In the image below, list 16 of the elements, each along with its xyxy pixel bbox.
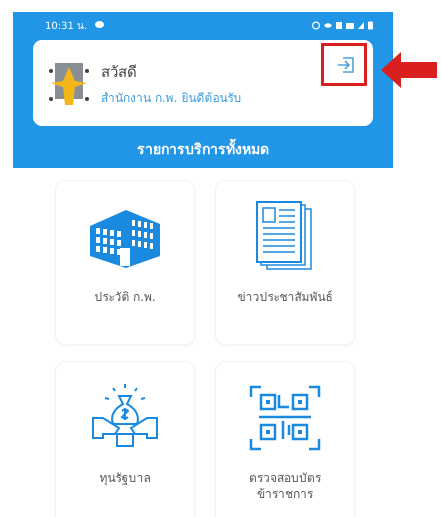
newspaper-icon	[255, 201, 315, 273]
section-title: รายการบริการทั้งหมด	[13, 126, 393, 162]
greeting-text: สวัสดี	[101, 62, 138, 82]
status-time: 10:31 น.	[45, 20, 88, 32]
pointer-arrow	[379, 50, 439, 90]
highlight-box	[321, 43, 367, 86]
logout-icon	[337, 57, 355, 73]
battery-icon	[368, 20, 373, 30]
service-tile[interactable]: ทุนรัฐบาล	[55, 361, 195, 517]
eye-icon	[324, 20, 332, 30]
service-tile[interactable]: ตรวจสอบบัตรข้าราชการ	[215, 361, 355, 517]
service-tile[interactable]: ประวัติ ก.พ.	[55, 180, 195, 345]
signal-icon	[358, 20, 364, 30]
service-tile[interactable]: ข่าวประชาสัมพันธ์	[215, 180, 355, 345]
welcome-text: สำนักงาน ก.พ. ยินดีต้อนรับ	[101, 90, 242, 106]
alarm-icon	[312, 20, 320, 30]
